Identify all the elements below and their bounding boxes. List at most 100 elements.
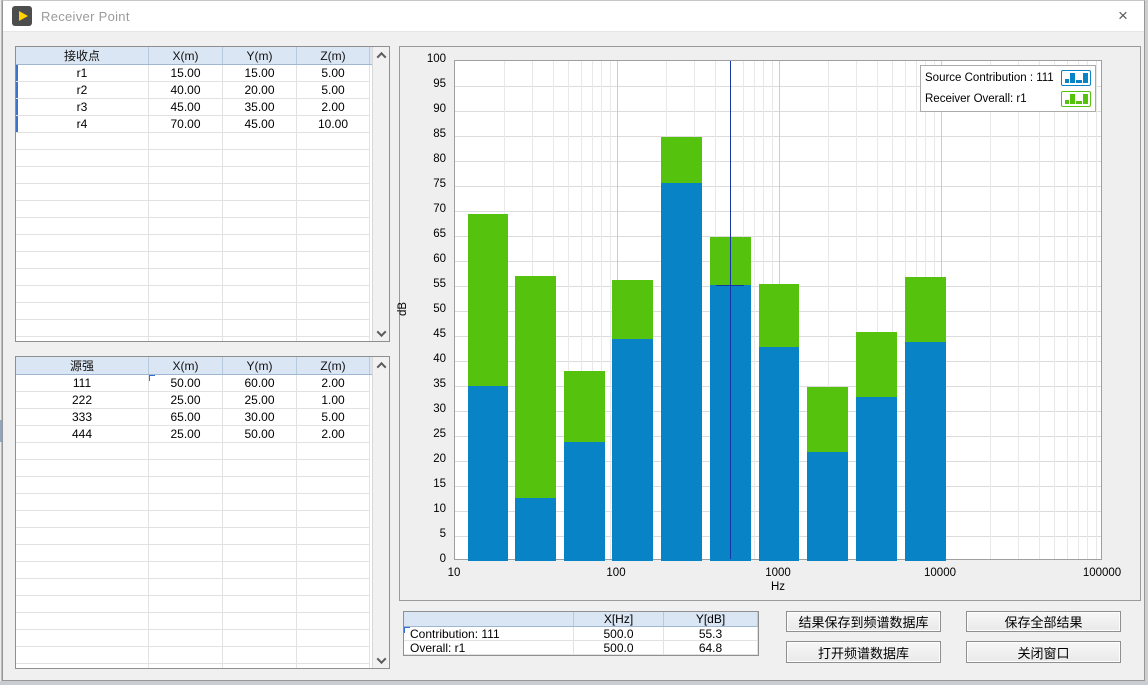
table-row[interactable] [16,201,372,218]
table-cell[interactable]: 40.00 [149,82,223,99]
table-cell[interactable] [149,303,223,320]
table-row[interactable] [16,286,372,303]
table-cell[interactable] [149,184,223,201]
table-cell[interactable] [223,477,297,494]
table-cell[interactable] [16,460,149,477]
table-cell[interactable] [223,545,297,562]
table-cell[interactable] [223,596,297,613]
table-cell[interactable] [223,562,297,579]
table-cell[interactable] [223,613,297,630]
scroll-down-button[interactable] [373,652,389,668]
table-cell[interactable] [223,337,297,341]
table-cell[interactable] [297,562,370,579]
table-cell[interactable] [297,235,370,252]
table-cell[interactable] [149,545,223,562]
table-row[interactable] [16,337,372,341]
table-row[interactable] [16,545,372,562]
table-cell[interactable] [223,269,297,286]
table-row[interactable] [16,477,372,494]
table-cell[interactable] [16,218,149,235]
table-cell[interactable]: r3 [16,99,149,116]
table-cell[interactable] [297,337,370,341]
table-cell[interactable] [297,511,370,528]
table-cell[interactable] [297,303,370,320]
table-cell[interactable] [297,647,370,664]
table-row[interactable] [16,235,372,252]
scroll-down-button[interactable] [373,325,389,341]
table-row[interactable] [16,218,372,235]
table-row[interactable] [16,150,372,167]
table-cell[interactable] [149,286,223,303]
table-cell[interactable] [149,477,223,494]
table-cell[interactable] [223,184,297,201]
focused-cell[interactable]: 50.00 [149,375,223,392]
table-cell[interactable] [149,337,223,341]
table-cell[interactable] [223,218,297,235]
table-cell[interactable] [16,252,149,269]
table-cell[interactable] [16,630,149,647]
table-cell[interactable] [16,511,149,528]
table-cell[interactable] [297,443,370,460]
scroll-up-button[interactable] [373,357,389,373]
table-cell[interactable] [16,443,149,460]
table-row[interactable] [16,664,372,668]
table-cell[interactable] [16,528,149,545]
table-cell[interactable]: 2.00 [297,426,370,443]
table-cell[interactable]: 50.00 [223,426,297,443]
table-cell[interactable] [16,579,149,596]
table-cell[interactable] [297,184,370,201]
table-cell[interactable] [223,460,297,477]
table-row[interactable] [16,511,372,528]
table-cell[interactable] [149,528,223,545]
table-cell[interactable] [297,630,370,647]
table-cell[interactable] [149,218,223,235]
table-cell[interactable] [297,460,370,477]
table-cell[interactable]: 20.00 [223,82,297,99]
table-cell[interactable]: 25.00 [223,392,297,409]
table-cell[interactable] [16,167,149,184]
table-row[interactable]: 33365.0030.005.00 [16,409,372,426]
table-cell[interactable]: 333 [16,409,149,426]
table-cell[interactable] [223,252,297,269]
vertical-scrollbar[interactable] [372,47,389,341]
save-all-results-button[interactable]: 保存全部结果 [966,611,1121,632]
table-cell[interactable] [223,320,297,337]
table-cell[interactable] [16,664,149,668]
table-cell[interactable] [16,286,149,303]
table-row[interactable]: r345.0035.002.00 [16,99,372,116]
table-cell[interactable] [223,303,297,320]
table-row[interactable] [16,133,372,150]
table-cell[interactable] [149,460,223,477]
table-row[interactable] [16,460,372,477]
table-cell[interactable]: 5.00 [297,65,370,82]
table-cell[interactable]: 45.00 [149,99,223,116]
open-spectrum-db-button[interactable]: 打开频谱数据库 [786,641,941,663]
table-cell[interactable] [297,528,370,545]
table-cell[interactable] [16,337,149,341]
table-row[interactable] [16,579,372,596]
table-cell[interactable] [223,150,297,167]
table-row[interactable]: 22225.0025.001.00 [16,392,372,409]
table-cell[interactable] [297,150,370,167]
table-cell[interactable]: 15.00 [223,65,297,82]
table-cell[interactable]: 60.00 [223,375,297,392]
table-row[interactable] [16,184,372,201]
vertical-scrollbar[interactable] [372,357,389,668]
table-cell[interactable] [16,201,149,218]
table-cell[interactable] [223,494,297,511]
table-cell[interactable] [149,133,223,150]
table-row[interactable]: r115.0015.005.00 [16,65,372,82]
table-cell[interactable] [297,664,370,668]
table-cell[interactable] [16,184,149,201]
table-cell[interactable] [149,494,223,511]
table-row[interactable]: 11150.0060.002.00 [16,375,372,392]
table-cell[interactable] [223,167,297,184]
chart-cursor-line[interactable] [730,61,731,559]
table-cell[interactable] [149,613,223,630]
table-cell[interactable] [223,528,297,545]
table-cell[interactable] [149,235,223,252]
table-cell[interactable]: 5.00 [297,82,370,99]
table-cell[interactable] [223,235,297,252]
table-cell[interactable] [297,320,370,337]
table-row[interactable] [16,613,372,630]
